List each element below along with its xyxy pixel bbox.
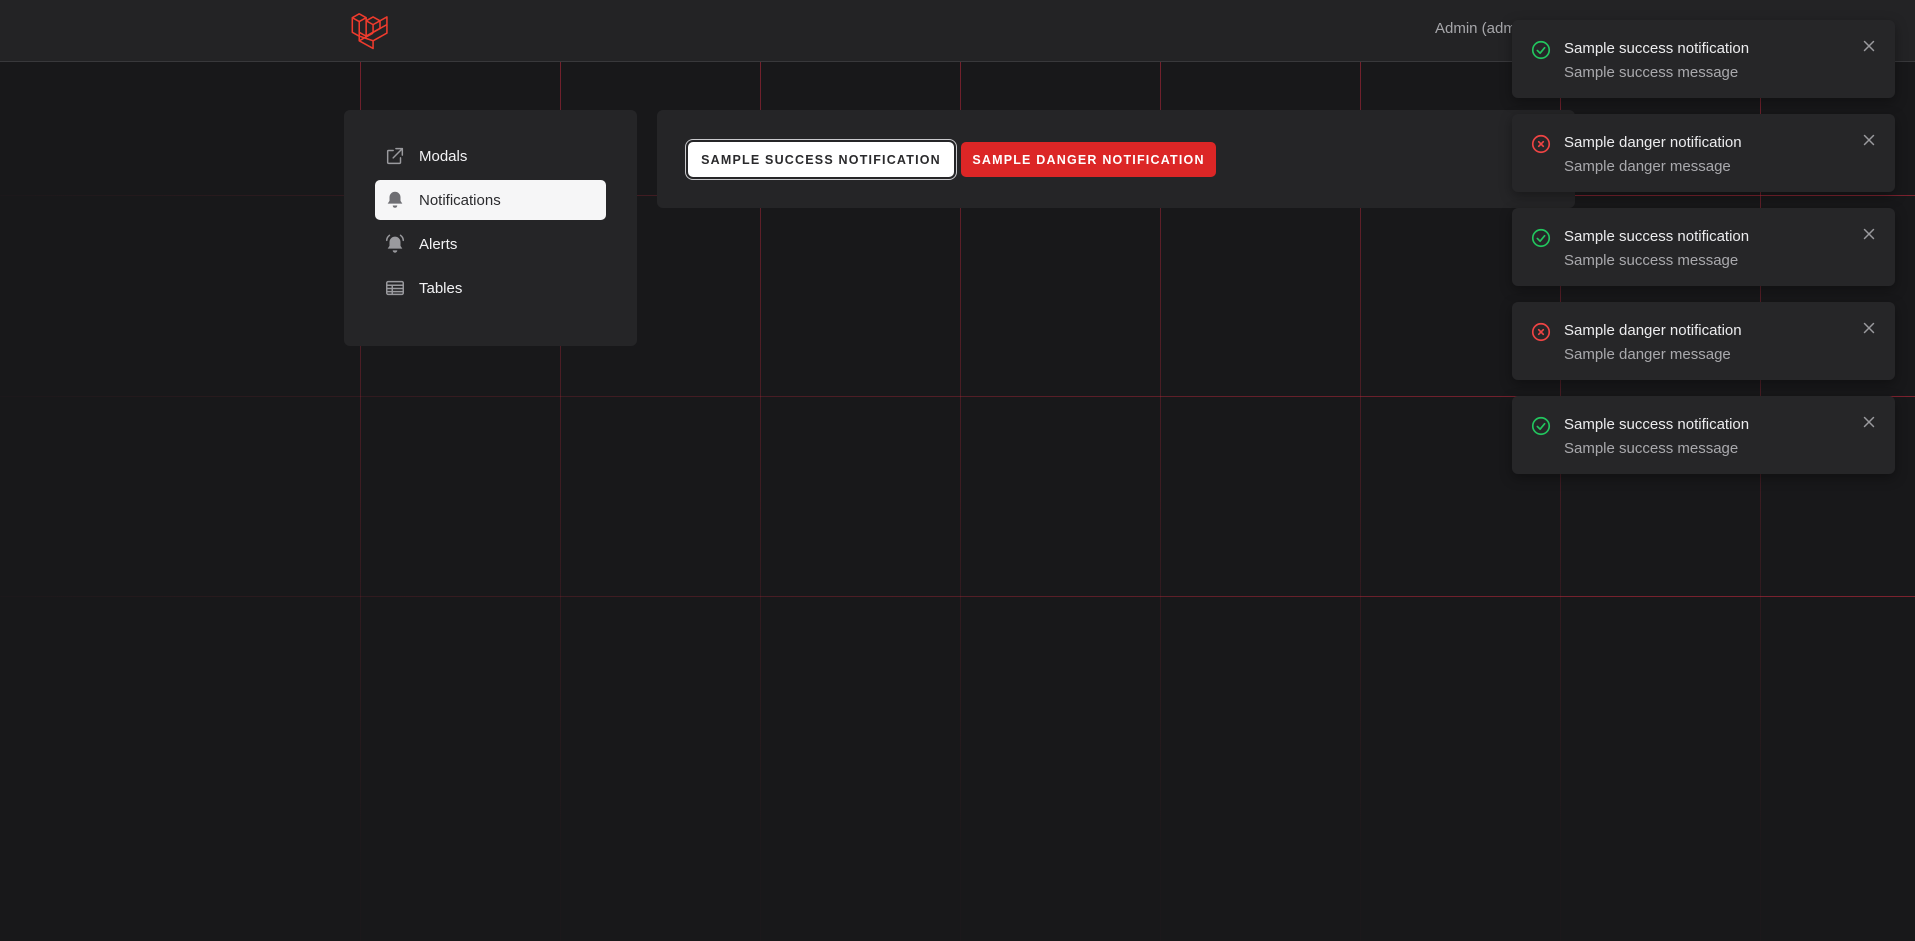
toast-danger: Sample danger notification Sample danger… xyxy=(1512,114,1895,192)
toast-message: Sample danger message xyxy=(1564,346,1731,363)
close-icon[interactable] xyxy=(1861,414,1877,430)
notifications-panel: SAMPLE SUCCESS NOTIFICATION SAMPLE DANGE… xyxy=(657,110,1575,208)
toast-title: Sample danger notification xyxy=(1564,322,1742,339)
close-icon[interactable] xyxy=(1861,226,1877,242)
table-icon xyxy=(384,277,406,299)
toast-success: Sample success notification Sample succe… xyxy=(1512,208,1895,286)
toast-danger: Sample danger notification Sample danger… xyxy=(1512,302,1895,380)
x-circle-icon xyxy=(1530,321,1552,343)
close-icon[interactable] xyxy=(1861,320,1877,336)
close-icon[interactable] xyxy=(1861,132,1877,148)
toast-message: Sample success message xyxy=(1564,440,1739,457)
toast-message: Sample success message xyxy=(1564,252,1739,269)
sample-success-notification-button[interactable]: SAMPLE SUCCESS NOTIFICATION xyxy=(688,142,954,177)
check-circle-icon xyxy=(1530,227,1552,249)
sidebar-item-alerts[interactable]: Alerts xyxy=(375,224,606,264)
toast-title: Sample success notification xyxy=(1564,40,1750,57)
sidebar-item-label: Notifications xyxy=(419,191,501,209)
toast-title: Sample success notification xyxy=(1564,228,1750,245)
close-icon[interactable] xyxy=(1861,38,1877,54)
check-circle-icon xyxy=(1530,415,1552,437)
laravel-logo-icon[interactable] xyxy=(350,10,390,50)
toast-title: Sample danger notification xyxy=(1564,134,1742,151)
toast-message: Sample danger message xyxy=(1564,158,1731,175)
toast-message: Sample success message xyxy=(1564,64,1739,81)
toast-success: Sample success notification Sample succe… xyxy=(1512,20,1895,98)
toast-title: Sample success notification xyxy=(1564,416,1750,433)
toast-stack: Sample success notification Sample succe… xyxy=(1512,20,1895,490)
sidebar-item-label: Alerts xyxy=(419,235,458,253)
sidebar-item-notifications[interactable]: Notifications xyxy=(375,180,606,220)
bell-icon xyxy=(384,189,406,211)
sidebar-item-modals[interactable]: Modals xyxy=(375,136,606,176)
sidebar-item-label: Tables xyxy=(419,279,463,297)
sidebar-item-tables[interactable]: Tables xyxy=(375,268,606,308)
sidebar-item-label: Modals xyxy=(419,147,468,165)
bell-alert-icon xyxy=(384,233,406,255)
external-link-icon xyxy=(384,145,406,167)
sample-danger-notification-button[interactable]: SAMPLE DANGER NOTIFICATION xyxy=(961,142,1216,177)
toast-success: Sample success notification Sample succe… xyxy=(1512,396,1895,474)
sidebar-nav: Modals Notifications Alerts Tables xyxy=(344,110,637,346)
x-circle-icon xyxy=(1530,133,1552,155)
check-circle-icon xyxy=(1530,39,1552,61)
